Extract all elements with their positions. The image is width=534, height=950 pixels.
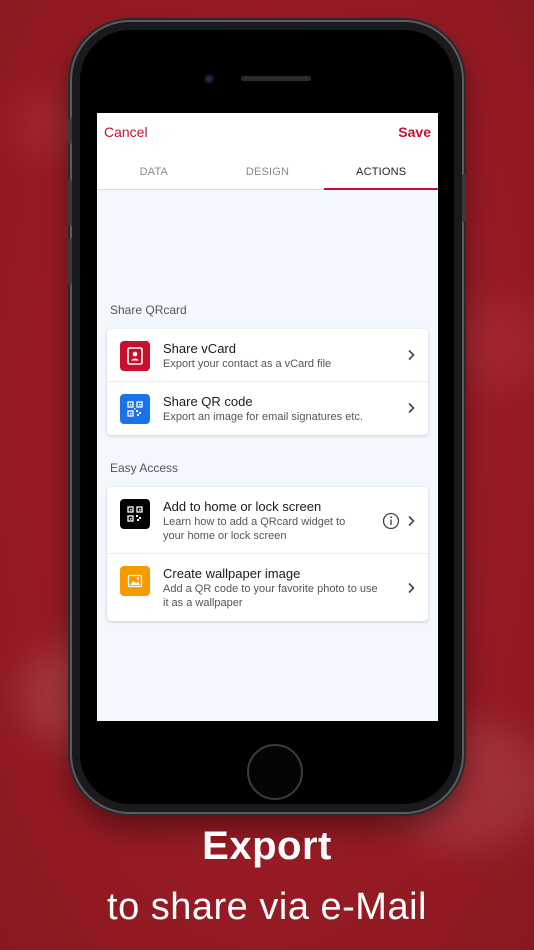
add-to-home-screen-row[interactable]: Add to home or lock screen Learn how to … bbox=[107, 487, 428, 554]
contact-card-icon bbox=[120, 341, 150, 371]
row-title: Add to home or lock screen bbox=[163, 499, 322, 514]
home-button[interactable] bbox=[247, 744, 303, 800]
navigation-bar: Cancel Save DATA DESIGN ACTIONS bbox=[97, 113, 438, 190]
qr-code-icon bbox=[120, 394, 150, 424]
chevron-right-icon bbox=[408, 349, 415, 361]
row-title: Share QR code bbox=[163, 394, 253, 409]
power-button bbox=[462, 174, 466, 222]
row-title: Share vCard bbox=[163, 341, 236, 356]
info-icon[interactable] bbox=[382, 512, 400, 530]
chevron-right-icon bbox=[408, 402, 415, 414]
row-subtitle: Add a QR code to your favorite photo to … bbox=[163, 583, 378, 609]
chevron-right-icon bbox=[408, 515, 415, 527]
row-subtitle: Export your contact as a vCard file bbox=[163, 358, 332, 370]
row-subtitle: Learn how to add a QRcard widget to your… bbox=[163, 516, 346, 542]
tab-actions[interactable]: ACTIONS bbox=[324, 153, 438, 190]
share-card: Share vCard Export your contact as a vCa… bbox=[107, 329, 428, 435]
tab-data[interactable]: DATA bbox=[97, 153, 211, 189]
save-button[interactable]: Save bbox=[398, 124, 431, 140]
volume-down-button bbox=[68, 238, 72, 284]
chevron-right-icon bbox=[408, 582, 415, 594]
easy-access-card: Add to home or lock screen Learn how to … bbox=[107, 487, 428, 621]
image-icon bbox=[120, 566, 150, 596]
promo-headline: Export bbox=[202, 824, 332, 868]
tab-bar: DATA DESIGN ACTIONS bbox=[97, 153, 438, 190]
share-vcard-row[interactable]: Share vCard Export your contact as a vCa… bbox=[107, 329, 428, 382]
camera-icon bbox=[204, 74, 214, 84]
row-title: Create wallpaper image bbox=[163, 566, 301, 581]
speaker-grille bbox=[241, 76, 311, 81]
section-title-share: Share QRcard bbox=[110, 303, 187, 317]
section-title-easy-access: Easy Access bbox=[110, 461, 179, 475]
cancel-button[interactable]: Cancel bbox=[104, 124, 148, 140]
tab-design[interactable]: DESIGN bbox=[211, 153, 325, 189]
create-wallpaper-row[interactable]: Create wallpaper image Add a QR code to … bbox=[107, 554, 428, 621]
share-qr-code-row[interactable]: Share QR code Export an image for email … bbox=[107, 382, 428, 435]
mute-switch bbox=[68, 118, 72, 144]
volume-up-button bbox=[68, 180, 72, 226]
promo-subline: to share via e-Mail bbox=[107, 886, 427, 928]
app-screen: Cancel Save DATA DESIGN ACTIONS Share QR… bbox=[97, 113, 438, 721]
qr-code-icon bbox=[120, 499, 150, 529]
row-subtitle: Export an image for email signatures etc… bbox=[163, 411, 363, 423]
